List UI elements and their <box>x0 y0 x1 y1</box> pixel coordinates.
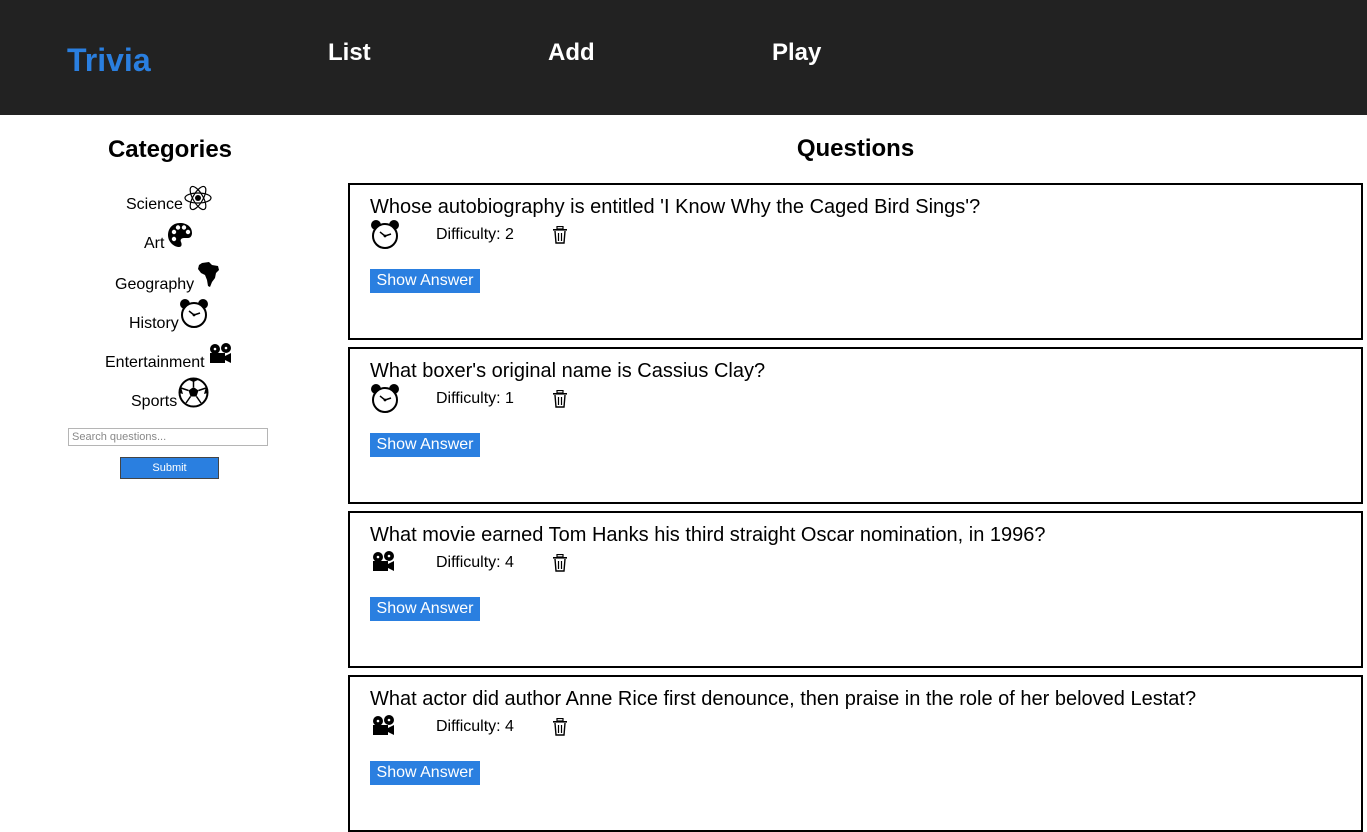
category-label: Geography <box>115 276 195 293</box>
brand-logo[interactable]: Trivia <box>67 40 151 80</box>
alarm-clock-icon <box>370 383 402 415</box>
palette-icon <box>167 222 193 248</box>
alarm-clock-icon <box>370 219 402 251</box>
nav-add[interactable]: Add <box>548 37 595 69</box>
category-label: History <box>129 315 179 332</box>
trash-icon[interactable] <box>552 717 568 736</box>
nav-list[interactable]: List <box>328 37 371 69</box>
difficulty-label: Difficulty: 2 <box>436 226 514 243</box>
question-text: What movie earned Tom Hanks his third st… <box>370 524 1046 546</box>
category-art[interactable]: Art <box>0 220 340 252</box>
categories-title: Categories <box>107 136 233 163</box>
show-answer-button[interactable]: Show Answer <box>370 597 480 621</box>
categories-sidebar: Categories Science Art Geography History… <box>0 115 340 768</box>
category-label: Entertainment <box>105 354 205 371</box>
show-answer-button[interactable]: Show Answer <box>370 269 480 293</box>
nav-play[interactable]: Play <box>772 37 821 69</box>
question-text: What actor did author Anne Rice first de… <box>370 688 1197 710</box>
question-card: Whose autobiography is entitled 'I Know … <box>348 183 1363 340</box>
question-text: What boxer's original name is Cassius Cl… <box>370 360 766 382</box>
question-text: Whose autobiography is entitled 'I Know … <box>370 196 981 218</box>
trash-icon[interactable] <box>552 389 568 408</box>
category-entertainment[interactable]: Entertainment <box>0 340 340 372</box>
category-label: Sports <box>131 393 178 410</box>
difficulty-label: Difficulty: 4 <box>436 718 514 735</box>
difficulty-label: Difficulty: 4 <box>436 554 514 571</box>
trash-icon[interactable] <box>552 553 568 572</box>
category-label: Art <box>144 235 165 252</box>
film-projector-icon <box>370 551 402 583</box>
question-card: What actor did author Anne Rice first de… <box>348 675 1363 832</box>
trash-icon[interactable] <box>552 225 568 244</box>
category-science[interactable]: Science <box>0 181 340 213</box>
top-navbar: Trivia List Add Play <box>0 0 1367 115</box>
submit-button[interactable]: Submit <box>120 457 219 479</box>
category-sports[interactable]: Sports <box>0 377 340 411</box>
category-history[interactable]: History <box>0 298 340 332</box>
show-answer-button[interactable]: Show Answer <box>370 761 480 785</box>
questions-title: Questions <box>796 135 915 162</box>
question-card: What movie earned Tom Hanks his third st… <box>348 511 1363 668</box>
difficulty-label: Difficulty: 1 <box>436 390 514 407</box>
category-geography[interactable]: Geography <box>0 259 340 293</box>
alarm-clock-icon <box>179 298 209 328</box>
search-input[interactable] <box>68 428 268 446</box>
question-card: What boxer's original name is Cassius Cl… <box>348 347 1363 504</box>
show-answer-button[interactable]: Show Answer <box>370 433 480 457</box>
film-projector-icon <box>207 343 235 365</box>
atom-icon <box>183 183 213 213</box>
category-label: Science <box>126 196 183 213</box>
film-projector-icon <box>370 715 402 747</box>
africa-icon <box>198 262 220 288</box>
soccer-ball-icon <box>178 377 209 408</box>
